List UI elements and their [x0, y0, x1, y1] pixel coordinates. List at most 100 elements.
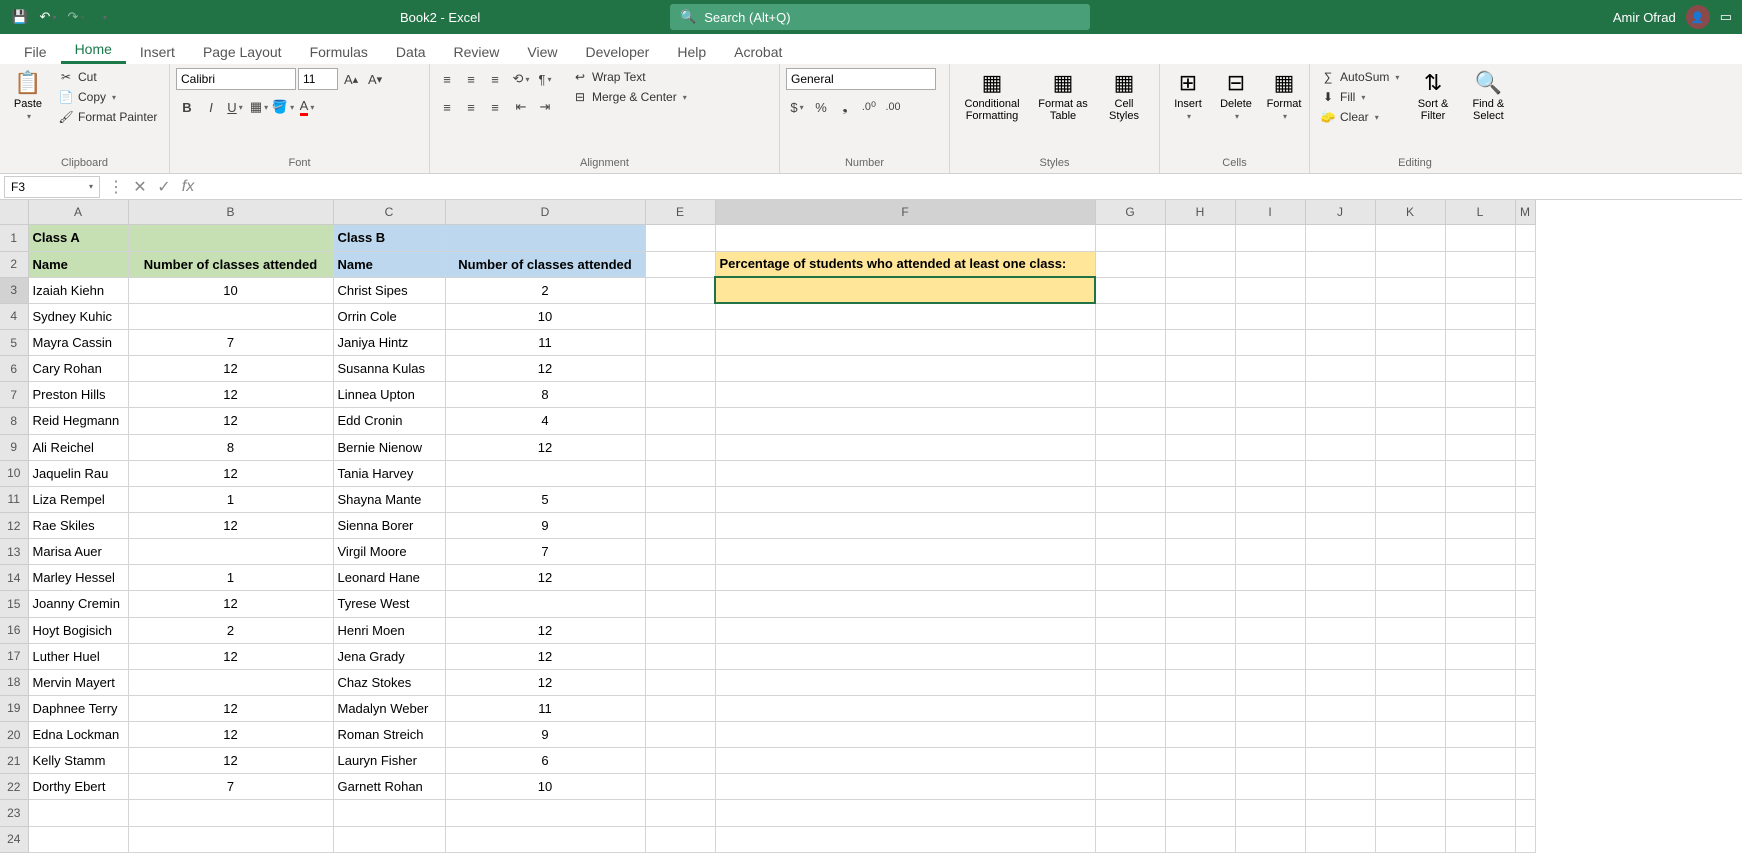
cell-K2[interactable] — [1375, 251, 1445, 277]
bold-button[interactable]: B — [176, 96, 198, 118]
cell-J10[interactable] — [1305, 460, 1375, 486]
cell-I14[interactable] — [1235, 565, 1305, 591]
cell-B13[interactable] — [128, 539, 333, 565]
cell-L20[interactable] — [1445, 722, 1515, 748]
cell-J22[interactable] — [1305, 774, 1375, 800]
cell-I2[interactable] — [1235, 251, 1305, 277]
row-header-21[interactable]: 21 — [0, 748, 28, 774]
cell-E17[interactable] — [645, 643, 715, 669]
fill-color-button[interactable]: 🪣▾ — [272, 96, 294, 118]
align-middle-icon[interactable]: ≡ — [460, 68, 482, 90]
row-header-22[interactable]: 22 — [0, 774, 28, 800]
cell-M9[interactable] — [1515, 434, 1535, 460]
tab-review[interactable]: Review — [440, 40, 514, 64]
cell-A23[interactable] — [28, 800, 128, 826]
cell-E22[interactable] — [645, 774, 715, 800]
increase-font-icon[interactable]: A▴ — [340, 68, 362, 90]
cell-M3[interactable] — [1515, 277, 1535, 303]
cell-F10[interactable] — [715, 460, 1095, 486]
cell-J16[interactable] — [1305, 617, 1375, 643]
cell-F19[interactable] — [715, 695, 1095, 721]
cell-K10[interactable] — [1375, 460, 1445, 486]
format-cells-button[interactable]: ▦Format▾ — [1262, 68, 1306, 123]
cell-M24[interactable] — [1515, 826, 1535, 852]
wrap-text-button[interactable]: ↩Wrap Text — [568, 68, 691, 86]
cell-L1[interactable] — [1445, 225, 1515, 251]
cell-K23[interactable] — [1375, 800, 1445, 826]
cell-I10[interactable] — [1235, 460, 1305, 486]
cell-K8[interactable] — [1375, 408, 1445, 434]
cell-F22[interactable] — [715, 774, 1095, 800]
cell-I22[interactable] — [1235, 774, 1305, 800]
cut-button[interactable]: ✂Cut — [54, 68, 161, 86]
sort-filter-button[interactable]: ⇅Sort & Filter — [1407, 68, 1458, 124]
column-header-E[interactable]: E — [645, 200, 715, 225]
italic-button[interactable]: I — [200, 96, 222, 118]
row-header-18[interactable]: 18 — [0, 669, 28, 695]
cell-B15[interactable]: 12 — [128, 591, 333, 617]
cell-K20[interactable] — [1375, 722, 1445, 748]
row-header-23[interactable]: 23 — [0, 800, 28, 826]
cell-E11[interactable] — [645, 486, 715, 512]
cell-J6[interactable] — [1305, 356, 1375, 382]
cell-E2[interactable] — [645, 251, 715, 277]
cell-M11[interactable] — [1515, 486, 1535, 512]
cell-C5[interactable]: Janiya Hintz — [333, 329, 445, 355]
column-header-H[interactable]: H — [1165, 200, 1235, 225]
align-top-icon[interactable]: ≡ — [436, 68, 458, 90]
cell-C7[interactable]: Linnea Upton — [333, 382, 445, 408]
cell-D15[interactable] — [445, 591, 645, 617]
cell-I19[interactable] — [1235, 695, 1305, 721]
cell-I11[interactable] — [1235, 486, 1305, 512]
cell-F1[interactable] — [715, 225, 1095, 251]
cell-A18[interactable]: Mervin Mayert — [28, 669, 128, 695]
align-right-icon[interactable]: ≡ — [484, 96, 506, 118]
cell-C1[interactable]: Class B — [333, 225, 445, 251]
cell-F9[interactable] — [715, 434, 1095, 460]
cell-F3[interactable] — [715, 277, 1095, 303]
align-left-icon[interactable]: ≡ — [436, 96, 458, 118]
cell-F2[interactable]: Percentage of students who attended at l… — [715, 251, 1095, 277]
cell-I5[interactable] — [1235, 329, 1305, 355]
cell-I24[interactable] — [1235, 826, 1305, 852]
cell-J17[interactable] — [1305, 643, 1375, 669]
tab-developer[interactable]: Developer — [572, 40, 664, 64]
cell-E21[interactable] — [645, 748, 715, 774]
cell-D11[interactable]: 5 — [445, 486, 645, 512]
cell-A12[interactable]: Rae Skiles — [28, 512, 128, 538]
cell-C9[interactable]: Bernie Nienow — [333, 434, 445, 460]
cell-C11[interactable]: Shayna Mante — [333, 486, 445, 512]
cell-B19[interactable]: 12 — [128, 695, 333, 721]
cell-I1[interactable] — [1235, 225, 1305, 251]
cell-J7[interactable] — [1305, 382, 1375, 408]
cell-J9[interactable] — [1305, 434, 1375, 460]
redo-icon[interactable]: ↷▾ — [64, 5, 88, 29]
cell-B5[interactable]: 7 — [128, 329, 333, 355]
cell-B18[interactable] — [128, 669, 333, 695]
row-header-10[interactable]: 10 — [0, 460, 28, 486]
cell-E18[interactable] — [645, 669, 715, 695]
tab-formulas[interactable]: Formulas — [296, 40, 382, 64]
cell-K3[interactable] — [1375, 277, 1445, 303]
cell-M4[interactable] — [1515, 303, 1535, 329]
cell-C8[interactable]: Edd Cronin — [333, 408, 445, 434]
cell-L10[interactable] — [1445, 460, 1515, 486]
cell-H8[interactable] — [1165, 408, 1235, 434]
clear-button[interactable]: 🧽Clear▾ — [1316, 108, 1403, 126]
row-header-5[interactable]: 5 — [0, 329, 28, 355]
cell-A21[interactable]: Kelly Stamm — [28, 748, 128, 774]
cell-D7[interactable]: 8 — [445, 382, 645, 408]
cell-M16[interactable] — [1515, 617, 1535, 643]
cell-I12[interactable] — [1235, 512, 1305, 538]
cell-J19[interactable] — [1305, 695, 1375, 721]
cell-A16[interactable]: Hoyt Bogisich — [28, 617, 128, 643]
cell-G17[interactable] — [1095, 643, 1165, 669]
cell-C23[interactable] — [333, 800, 445, 826]
cell-D3[interactable]: 2 — [445, 277, 645, 303]
cell-G10[interactable] — [1095, 460, 1165, 486]
comma-format-button[interactable]: ❟ — [834, 96, 856, 118]
cell-F11[interactable] — [715, 486, 1095, 512]
cell-M10[interactable] — [1515, 460, 1535, 486]
cell-J24[interactable] — [1305, 826, 1375, 852]
ribbon-display-icon[interactable]: ▭ — [1720, 9, 1732, 25]
